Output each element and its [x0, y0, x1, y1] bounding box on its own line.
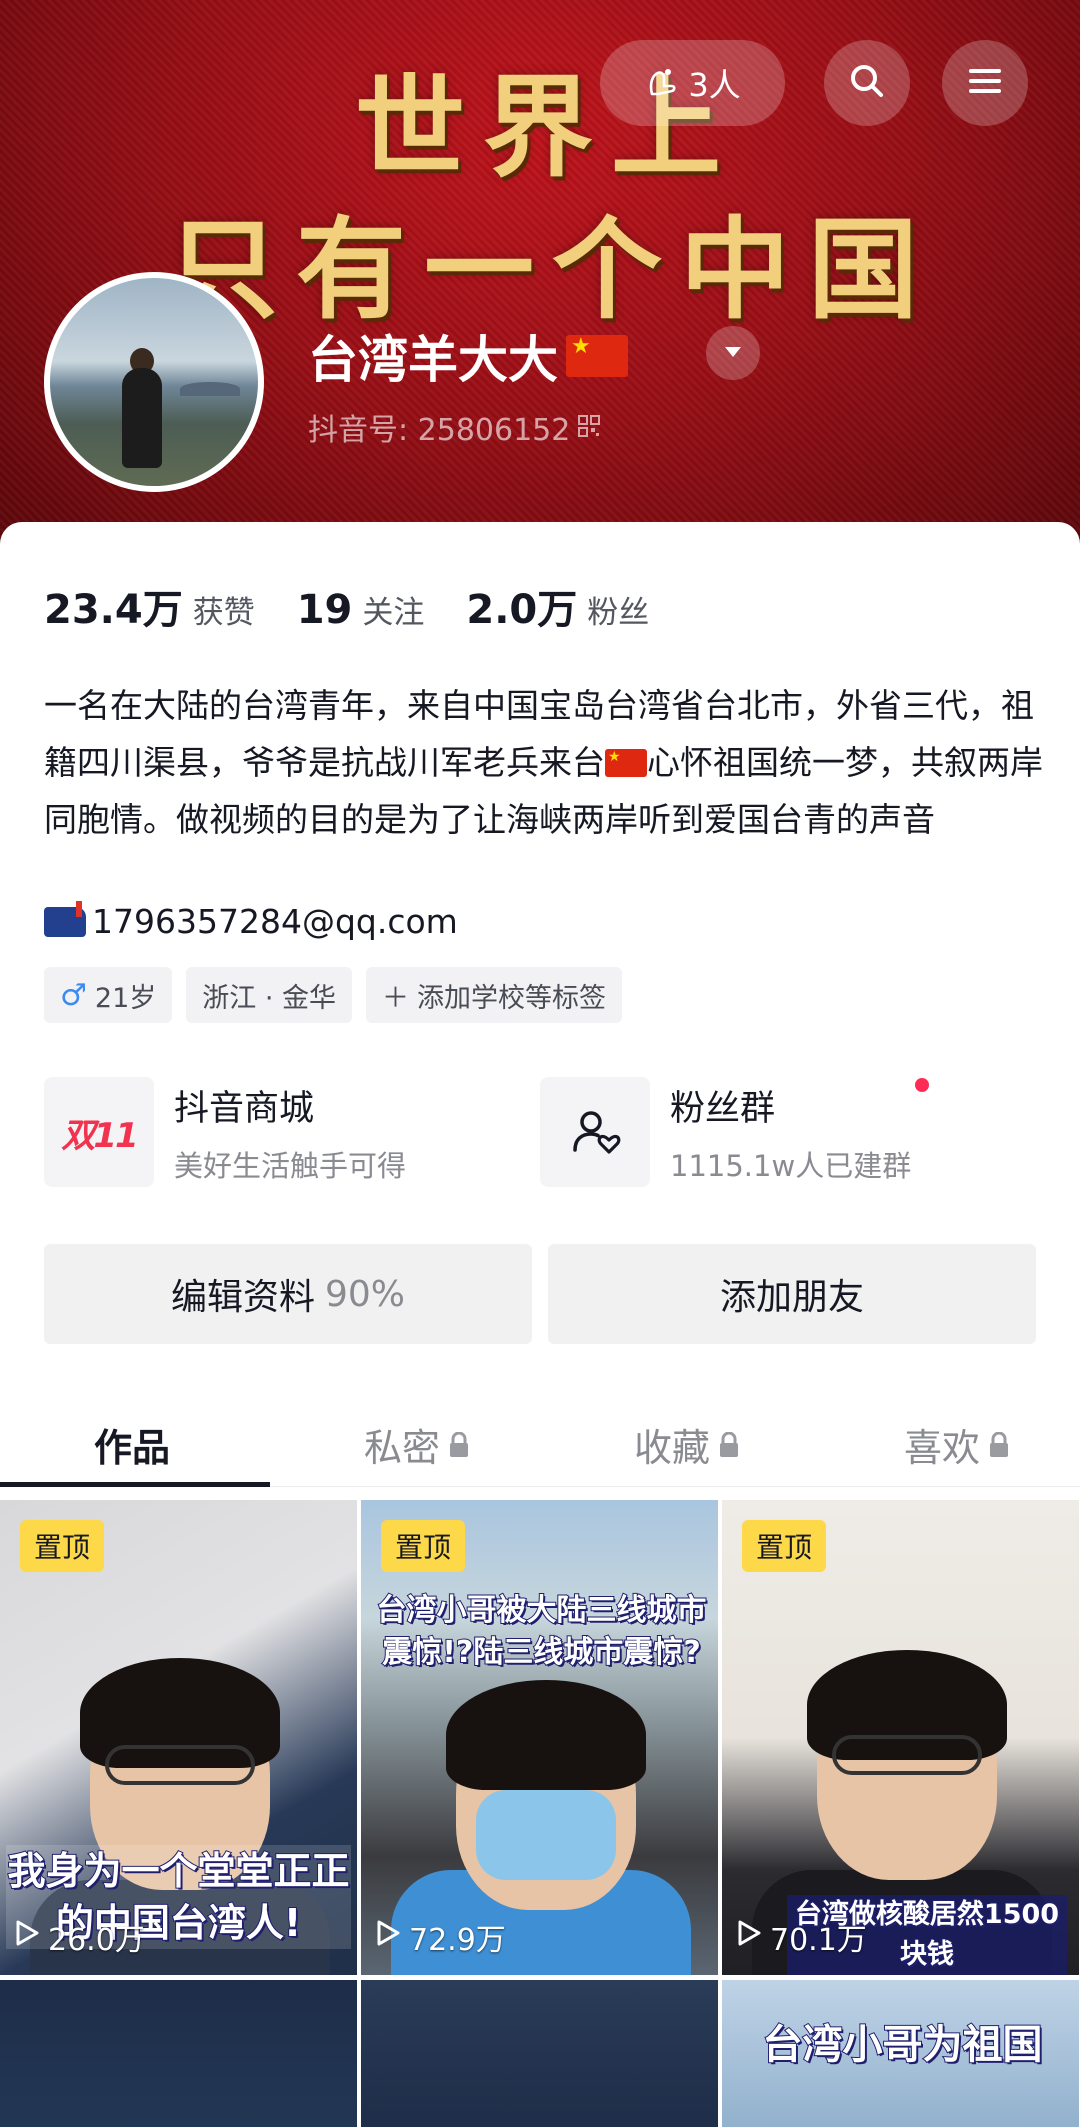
add-friends-button[interactable]: 添加朋友 — [548, 1244, 1036, 1344]
video-thumbnail[interactable] — [361, 1980, 718, 2127]
bio: 一名在大陆的台湾青年，来自中国宝岛台湾省台北市，外省三代，祖籍四川渠县，爷爷是抗… — [44, 677, 1044, 848]
play-count-text: 70.1万 — [770, 1923, 867, 1958]
edit-profile-label: 编辑资料 — [170, 1277, 315, 1318]
mall-subtitle: 美好生活触手可得 — [174, 1148, 407, 1183]
following-count[interactable]: 19 — [297, 587, 353, 633]
visitors-button[interactable]: 3人 — [600, 40, 785, 126]
visitors-count: 3人 — [688, 66, 741, 104]
notification-dot — [915, 1077, 930, 1092]
tab-likes-label: 喜欢 — [904, 1426, 981, 1470]
fan-group-subtitle: 1115.1w人已建群 — [670, 1148, 912, 1183]
thumb-glasses — [105, 1745, 255, 1785]
double11-icon: 双11 — [44, 1077, 154, 1187]
play-count-text: 72.9万 — [409, 1923, 506, 1958]
douyin-id-text: 抖音号: 25806152 — [308, 413, 571, 448]
video-thumbnail[interactable]: 置顶 台湾做核酸居然1500块钱 70.1万 — [722, 1500, 1079, 1975]
tab-works[interactable]: 作品 — [94, 1402, 170, 1487]
avatar-island — [180, 382, 240, 396]
pinned-badge: 置顶 — [742, 1520, 827, 1572]
account-switch-button[interactable] — [706, 326, 760, 380]
menu-button[interactable] — [942, 40, 1028, 126]
lock-icon — [988, 1423, 1010, 1467]
male-icon: ♂ — [60, 977, 87, 1013]
avatar-person — [122, 368, 162, 468]
username: 台湾羊大大 — [308, 320, 628, 392]
fan-group-title: 粉丝群 — [670, 1077, 930, 1131]
video-thumbnail[interactable]: 台湾小哥为祖国 — [722, 1980, 1079, 2127]
tab-likes[interactable]: 喜欢 — [904, 1402, 1010, 1487]
avatar[interactable] — [44, 272, 264, 492]
play-icon — [736, 1919, 762, 1955]
tab-private-label: 私密 — [364, 1426, 441, 1470]
hamburger-icon — [965, 61, 1005, 105]
video-thumbnail[interactable] — [0, 1980, 357, 2127]
pinned-badge: 置顶 — [20, 1520, 105, 1572]
likes-count[interactable]: 23.4万 — [44, 577, 183, 635]
video-caption: 台湾小哥为祖国 — [762, 2021, 1044, 2069]
age-tag[interactable]: ♂ 21岁 — [44, 967, 173, 1023]
plus-icon: ＋ — [382, 982, 410, 1014]
lock-icon — [448, 1423, 470, 1467]
caret-down-icon — [723, 344, 743, 363]
video-thumbnail[interactable]: 置顶 我身为一个堂堂正正的中国台湾人! 26.0万 — [0, 1500, 357, 1975]
tab-works-label: 作品 — [94, 1426, 171, 1470]
edit-profile-button[interactable]: 编辑资料 90% — [44, 1244, 532, 1344]
email-text: 1796357284@qq.com — [92, 902, 458, 941]
video-caption: 台湾小哥被大陆三线城市震惊!?陆三线城市震惊? — [376, 1592, 708, 1671]
douyin-id[interactable]: 抖音号: 25806152 — [308, 405, 601, 449]
fan-group-icon — [540, 1077, 650, 1187]
fan-group-title-text: 粉丝群 — [670, 1088, 776, 1129]
qr-code-icon[interactable] — [578, 410, 601, 445]
douyin-mall-entry[interactable]: 双11 抖音商城 美好生活触手可得 — [44, 1077, 406, 1187]
profile-tags: ♂ 21岁 浙江 · 金华 ＋ 添加学校等标签 — [44, 967, 623, 1023]
stats-row: 23.4万 获赞 19 关注 2.0万 粉丝 — [44, 577, 691, 635]
play-count: 26.0万 — [14, 1915, 145, 1959]
footprint-icon — [644, 64, 678, 102]
play-count: 70.1万 — [736, 1915, 867, 1959]
add-tag-text: 添加学校等标签 — [417, 982, 607, 1014]
content-tabs: 作品 私密 收藏 喜欢 — [0, 1402, 1080, 1487]
pinned-badge: 置顶 — [381, 1520, 466, 1572]
add-tag-button[interactable]: ＋ 添加学校等标签 — [366, 967, 623, 1023]
thumb-hair — [446, 1680, 646, 1790]
play-icon — [375, 1919, 401, 1955]
fan-group-entry[interactable]: 粉丝群 1115.1w人已建群 — [540, 1077, 930, 1187]
tab-favorites-label: 收藏 — [634, 1426, 711, 1470]
mall-title: 抖音商城 — [174, 1088, 315, 1129]
username-text: 台湾羊大大 — [308, 331, 558, 389]
likes-label[interactable]: 获赞 — [193, 587, 255, 632]
play-icon — [14, 1919, 40, 1955]
active-tab-indicator — [0, 1482, 270, 1487]
bio-email: 1796357284@qq.com — [44, 900, 458, 941]
profile-card: 23.4万 获赞 19 关注 2.0万 粉丝 一名在大陆的台湾青年，来自中国宝岛… — [0, 522, 1080, 2127]
thumb-glasses — [832, 1735, 982, 1775]
location-text: 浙江 · 金华 — [202, 982, 337, 1014]
china-flag-icon — [566, 335, 628, 377]
profile-completion: 90% — [325, 1273, 406, 1315]
location-tag[interactable]: 浙江 · 金华 — [186, 967, 353, 1023]
lock-icon — [718, 1423, 740, 1467]
search-button[interactable] — [824, 40, 910, 126]
followers-label[interactable]: 粉丝 — [587, 587, 649, 632]
tab-private[interactable]: 私密 — [364, 1402, 470, 1487]
followers-count[interactable]: 2.0万 — [466, 577, 577, 635]
china-flag-icon — [605, 749, 647, 777]
banner-text-line-2: 只有一个中国 — [168, 205, 936, 334]
following-label[interactable]: 关注 — [362, 587, 424, 632]
play-count: 72.9万 — [375, 1915, 506, 1959]
age-text: 21岁 — [94, 982, 157, 1014]
tab-favorites[interactable]: 收藏 — [634, 1402, 740, 1487]
add-friends-label: 添加朋友 — [719, 1277, 864, 1318]
thumb-mask — [476, 1790, 616, 1880]
search-icon — [847, 61, 887, 105]
double11-icon-text: 双11 — [61, 1115, 138, 1156]
video-thumbnail[interactable]: 置顶 台湾小哥被大陆三线城市震惊!?陆三线城市震惊? 72.9万 — [361, 1500, 718, 1975]
play-count-text: 26.0万 — [48, 1923, 145, 1958]
mailbox-icon — [44, 900, 86, 937]
